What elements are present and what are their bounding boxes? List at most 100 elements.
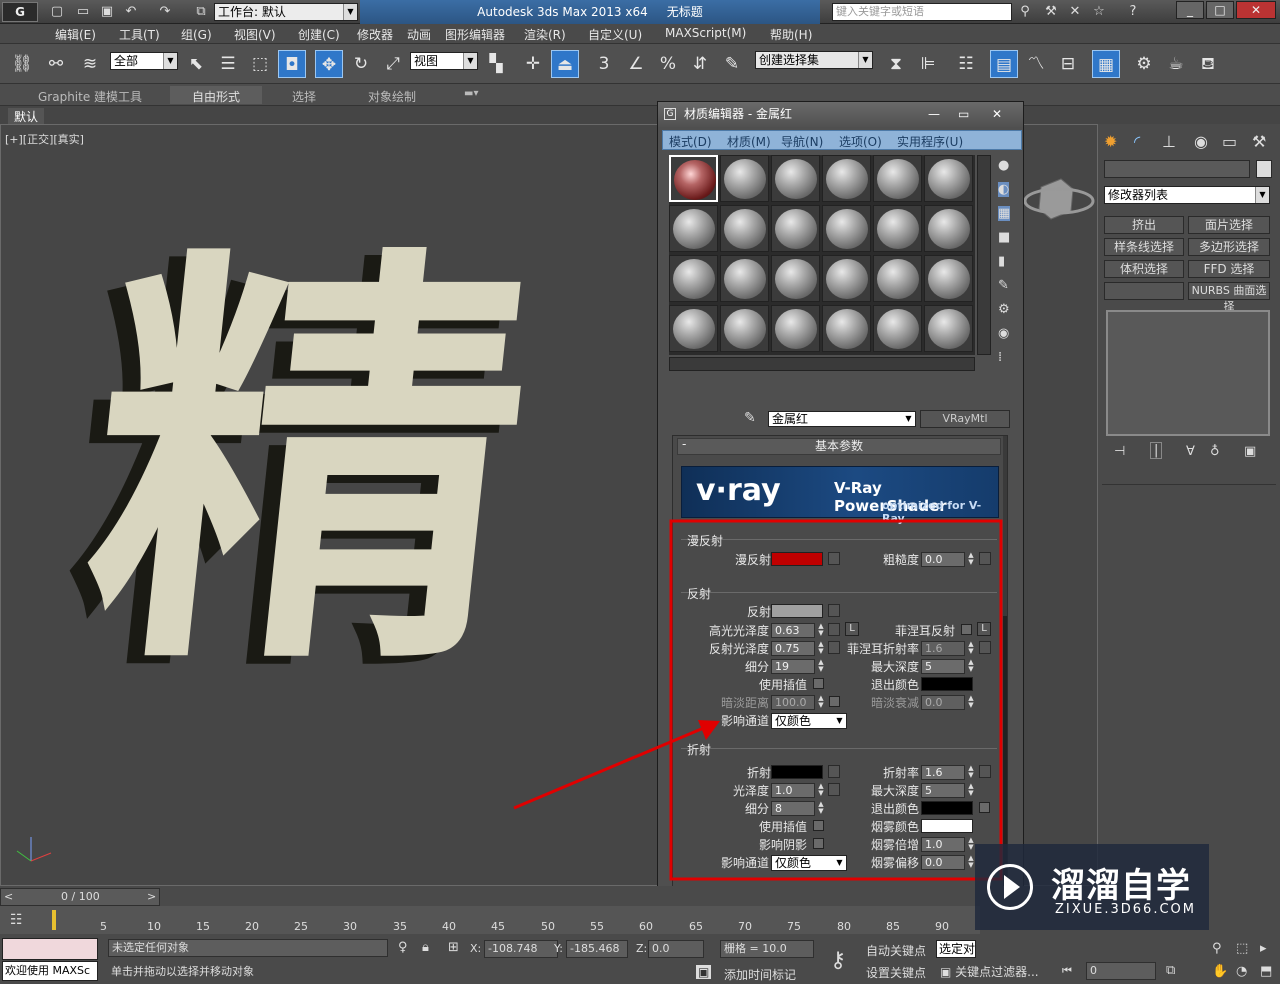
reflect-interp-checkbox[interactable] [813,678,824,689]
menu-group[interactable]: 组(G) [181,26,212,43]
fresnel-ior-map-button[interactable] [979,641,991,654]
refract-subdiv-spinner[interactable]: 8 ▲ ▼ [771,801,824,816]
volume-select-button[interactable]: 体积选择 [1104,260,1184,278]
tab-object-paint[interactable]: 对象绘制 [368,88,416,105]
select-by-material-icon[interactable]: ◉ [998,326,1009,341]
reflect-max-depth-spinner[interactable]: 5 ▲ ▼ [921,659,974,674]
bind-space-warp-icon[interactable]: ≋ [76,50,104,78]
window-crossing-icon[interactable]: ◘ [278,50,306,78]
refract-interp-checkbox[interactable] [813,820,824,831]
slots-hscrollbar[interactable] [669,357,975,371]
keyboard-shortcut-icon[interactable]: ⏏ [551,50,579,78]
menu-help[interactable]: 帮助(H) [770,26,812,43]
refract-exit-color-swatch[interactable] [921,801,973,815]
isolate-icon[interactable]: ♀ [398,940,408,955]
close-button[interactable]: ✕ [1236,1,1276,19]
scale-icon[interactable]: ⤢ [379,50,407,78]
utilities-tab-icon[interactable]: ⚒ [1252,132,1266,151]
refract-exit-color-checkbox[interactable] [979,802,990,813]
reflect-gloss-spinner[interactable]: 0.75 ▲ ▼ [771,641,824,656]
tab-selection[interactable]: 选择 [292,88,316,105]
layer-manager-icon[interactable]: ☷ [952,50,980,78]
z-coord-field[interactable]: 0.0 [648,940,704,958]
spinner-arrows-icon[interactable]: ▲ ▼ [816,641,826,656]
hilight-gloss-map-button[interactable] [828,623,840,636]
pin-stack-icon[interactable]: ⊣ [1114,444,1125,459]
material-editor-window[interactable]: G 材质编辑器 - 金属红 — ▭ ✕ 模式(D) 材质(M) 导航(N) 选项… [657,101,1024,889]
show-end-result-icon[interactable]: | [1150,442,1163,459]
diffuse-color-swatch[interactable] [771,552,823,566]
make-preview-icon[interactable]: ✎ [998,278,1009,293]
key-filters-button[interactable]: ▣ 关键点过滤器... [940,963,1039,980]
video-color-check-icon[interactable]: ▮ [998,254,1005,269]
render-setup-icon[interactable]: ⚙ [1130,50,1158,78]
orbit-icon[interactable]: ◔ [1236,964,1247,979]
sample-slot[interactable] [771,255,820,302]
menu-modes[interactable]: 模式(D) [669,133,712,150]
add-time-tag-label[interactable]: 添加时间标记 [724,966,796,983]
fog-bias-spinner[interactable]: 0.0 ▲ ▼ [921,855,974,870]
wrench-icon[interactable]: ⚒ [1042,3,1060,21]
affect-shadows-checkbox[interactable] [813,838,824,849]
spinner-arrows-icon[interactable]: ▲ ▼ [816,783,826,798]
binoculars-icon[interactable]: ⚲ [1016,3,1034,21]
pivot-center-icon[interactable]: ▚ [482,50,510,78]
sample-slot[interactable] [924,205,973,252]
minimize-button[interactable]: _ [1176,1,1204,19]
ffd-select-button[interactable]: FFD 选择 [1188,260,1270,278]
time-slider[interactable]: < 0 / 100 > [0,888,160,906]
workspace-select[interactable]: 工作台: 默认 ▼ [214,3,358,21]
sample-slot[interactable] [720,255,769,302]
tab-freeform[interactable]: 自由形式 [170,86,263,104]
sample-slot[interactable] [924,255,973,302]
fresnel-reflect-checkbox[interactable] [961,624,972,635]
set-key-button[interactable]: 设置关键点 [866,964,926,981]
sample-slot[interactable] [720,205,769,252]
roughness-spinner[interactable]: 0.0 ▲ ▼ [921,552,974,567]
modifier-list[interactable]: 修改器列表 ▼ [1104,186,1270,204]
extruded-text[interactable]: 精 [67,212,550,717]
sample-slot[interactable] [873,155,922,202]
maxscript-mini-listener[interactable]: 欢迎使用 MAXSc [2,961,98,981]
nurbs-select-button[interactable]: NURBS 曲面选择 [1188,282,1270,313]
menu-graph-editors[interactable]: 图形编辑器 [445,26,505,43]
spinner-snap-icon[interactable]: ⇵ [686,50,714,78]
restore-button[interactable]: ▭ [958,102,969,127]
time-config-icon[interactable]: ⧉ [1166,963,1175,978]
hierarchy-tab-icon[interactable]: ⊥ [1162,132,1176,151]
sample-slot[interactable] [822,305,871,352]
spinner-arrows-icon[interactable]: ▲ ▼ [966,641,976,656]
empty-modifier-button[interactable] [1104,282,1184,300]
render-production-icon[interactable]: ⛾ [1194,50,1222,78]
named-selection-set[interactable]: 创建选择集 ▼ [755,51,873,69]
menu-maxscript[interactable]: MAXScript(M) [665,26,746,40]
spinner-arrows-icon[interactable]: ▲ ▼ [966,783,976,798]
exchange-icon[interactable]: ✕ [1066,3,1084,21]
slots-scrollbar[interactable] [977,155,991,355]
close-button[interactable]: ✕ [992,102,1002,127]
maximize-viewport-icon[interactable]: ⬒ [1260,964,1272,979]
selection-filter[interactable]: 全部 ▼ [110,52,178,70]
menu-create[interactable]: 创建(C) [298,26,340,43]
rendered-frame-icon[interactable]: ☕ [1162,50,1190,78]
x-coord-field[interactable]: -108.748 [484,940,558,958]
edit-named-selection-icon[interactable]: ✎ [718,50,746,78]
material-type-button[interactable]: VRayMtl [920,410,1010,428]
patch-select-button[interactable]: 面片选择 [1188,216,1270,234]
sample-slot[interactable] [924,155,973,202]
menu-rendering[interactable]: 渲染(R) [524,26,566,43]
spinner-arrows-icon[interactable]: ▲ ▼ [966,552,976,567]
refract-gloss-map-button[interactable] [828,783,840,796]
search-box[interactable]: 键入关键字或短语 [832,3,1012,21]
reflect-affect-channels-select[interactable]: 仅颜色 ▼ [771,713,847,729]
make-unique-icon[interactable]: ∀ [1186,444,1195,459]
sample-slot[interactable] [822,155,871,202]
spinner-arrows-icon[interactable]: ▲ ▼ [816,801,826,816]
refract-max-depth-spinner[interactable]: 5 ▲ ▼ [921,783,974,798]
menu-navigation[interactable]: 导航(N) [781,133,823,150]
object-name-field[interactable] [1104,160,1250,178]
reflect-color-swatch[interactable] [771,604,823,618]
refract-gloss-spinner[interactable]: 1.0 ▲ ▼ [771,783,824,798]
ior-spinner[interactable]: 1.6 ▲ ▼ [921,765,974,780]
add-time-tag-icon[interactable]: ▣ [696,965,712,979]
